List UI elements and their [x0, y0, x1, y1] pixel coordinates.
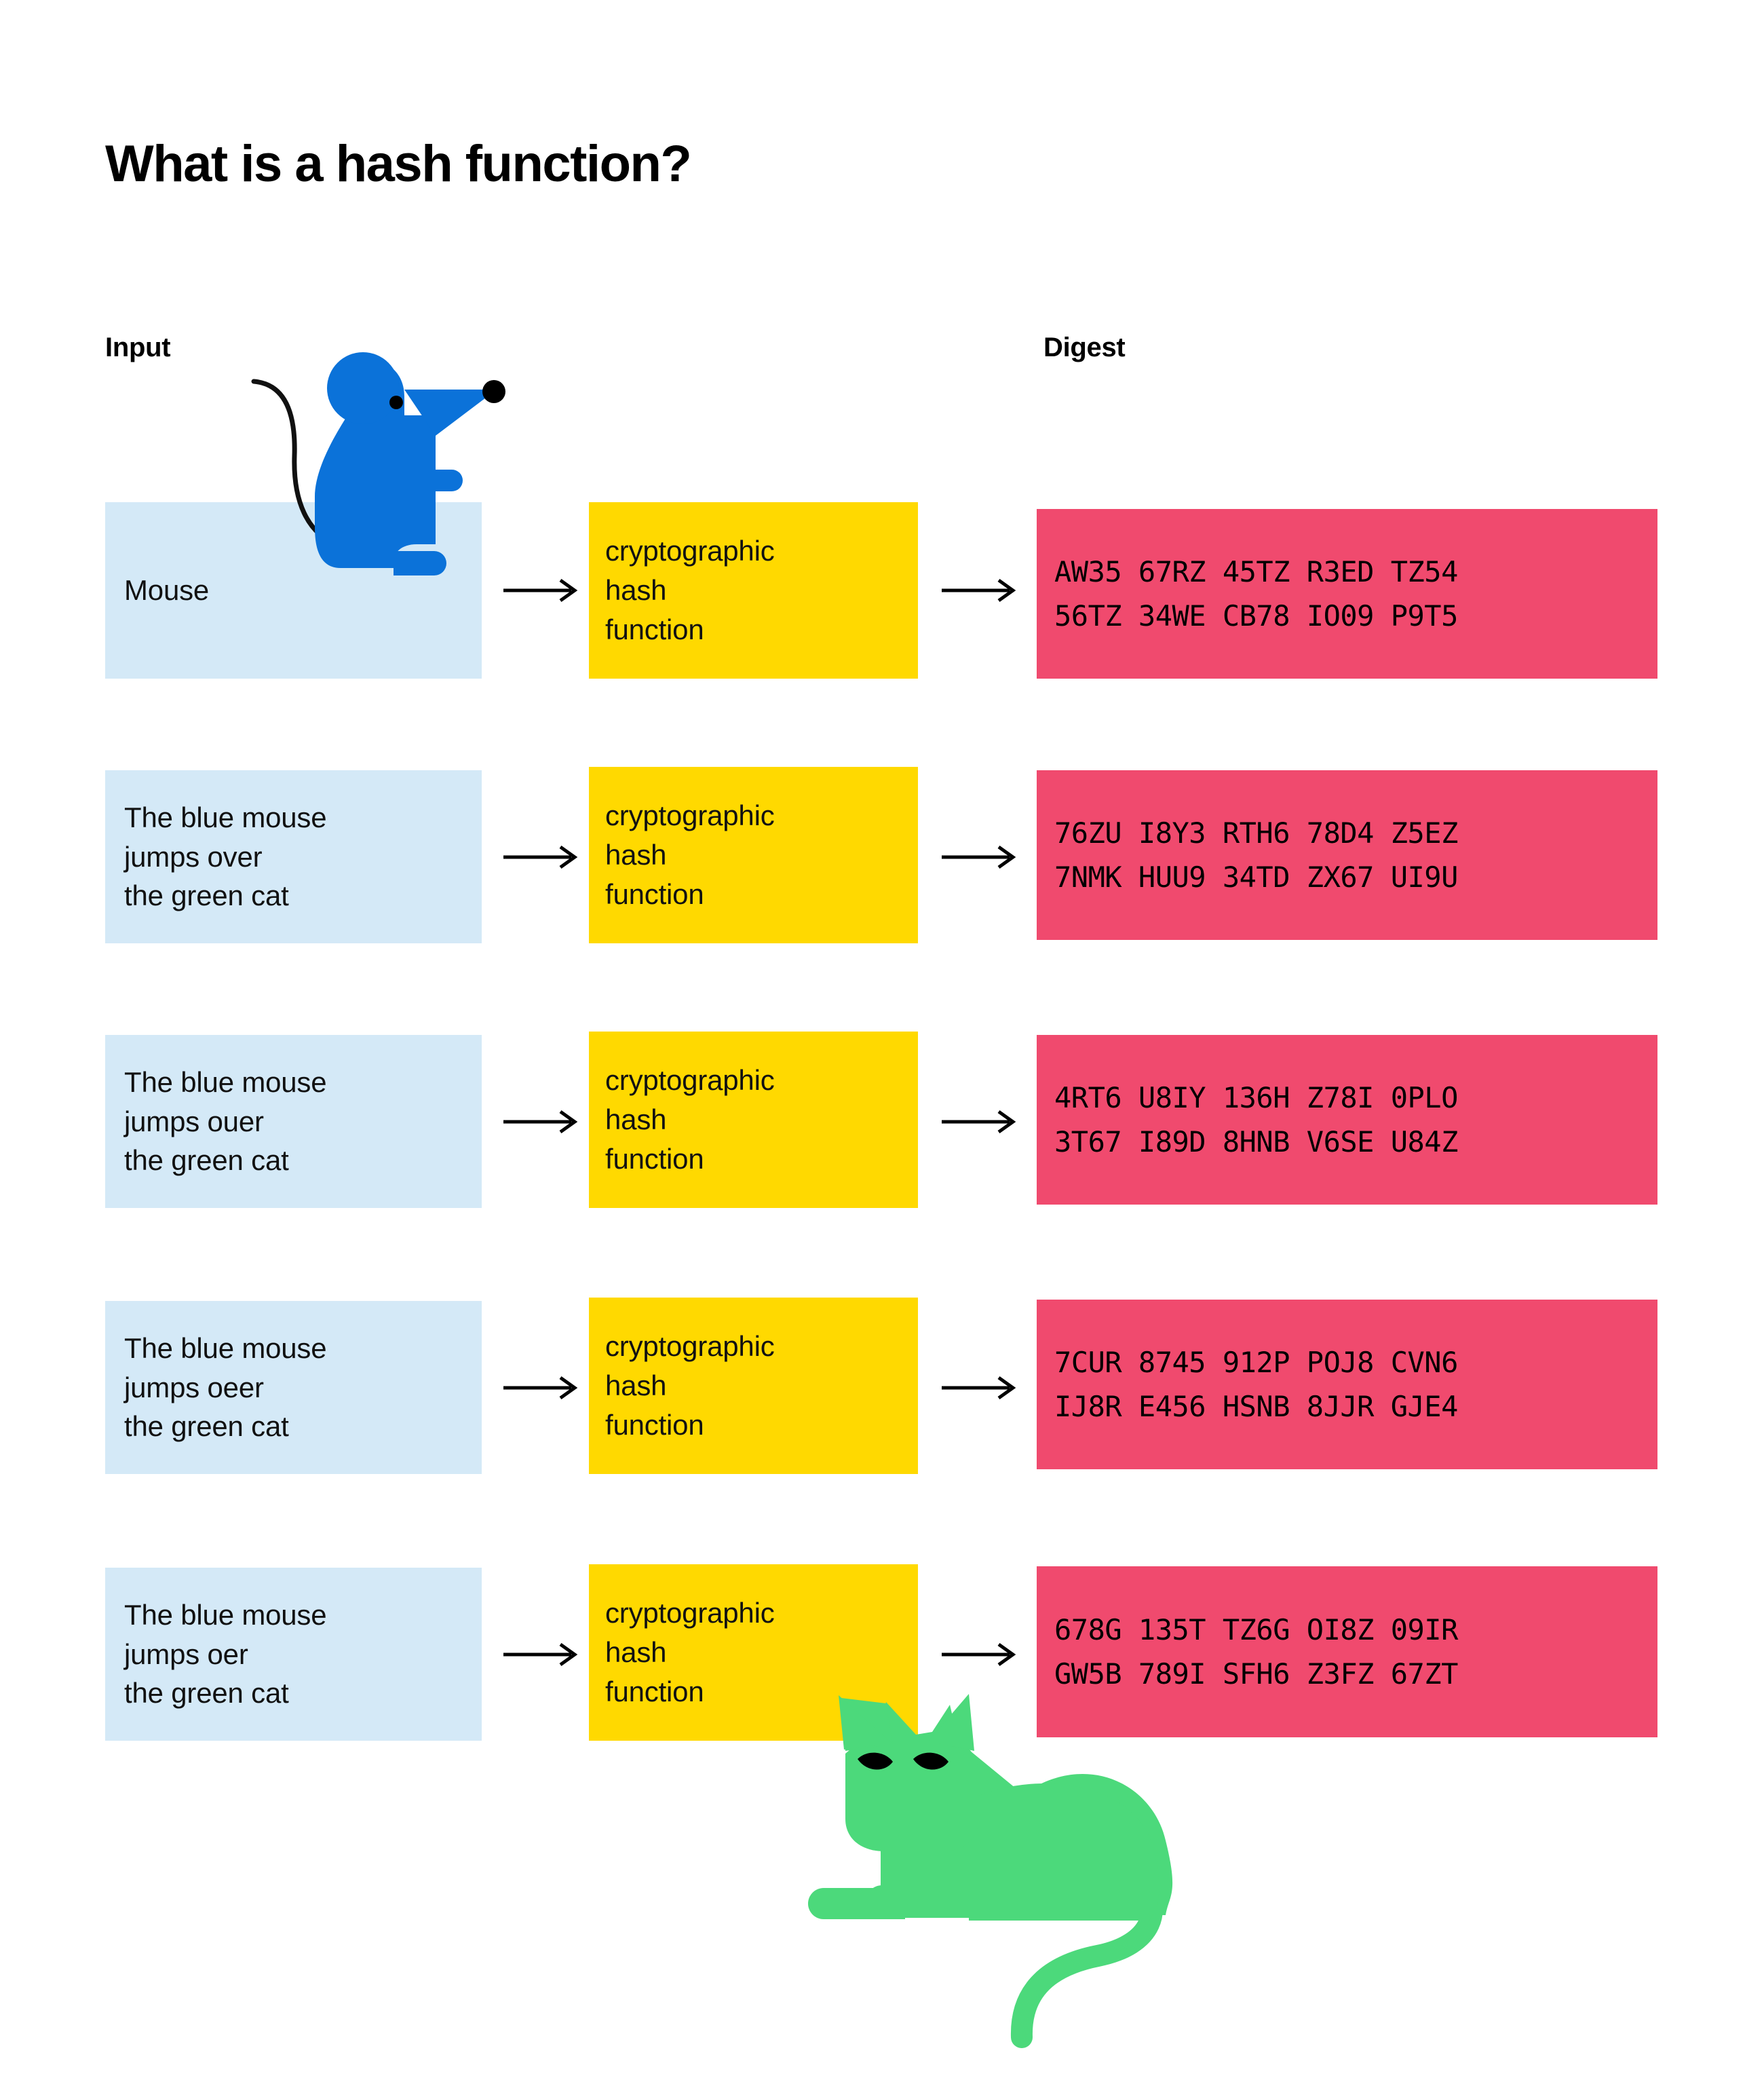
input-line: The blue mouse — [124, 1331, 327, 1364]
arrow-right-icon — [503, 845, 578, 869]
function-box: cryptographic hash function — [589, 767, 918, 943]
page-title: What is a hash function? — [105, 135, 692, 193]
arrow-right-icon — [942, 1642, 1016, 1667]
column-header-input: Input — [105, 333, 171, 362]
digest-line: IJ8R E456 HSNB 8JJR GJE4 — [1054, 1390, 1458, 1423]
function-label-line: hash — [605, 1636, 667, 1669]
function-label-line: hash — [605, 1369, 667, 1402]
hash-row: The blue mouse jumps oeer the green cat … — [0, 1298, 1764, 1477]
input-box: The blue mouse jumps ouer the green cat — [105, 1035, 482, 1208]
input-line: the green cat — [124, 1410, 289, 1443]
digest-line: 7NMK HUU9 34TD ZX67 UI9U — [1054, 861, 1458, 894]
function-box: cryptographic hash function — [589, 1564, 918, 1741]
function-label-line: cryptographic — [605, 1330, 775, 1363]
digest-line: 7CUR 8745 912P POJ8 CVN6 — [1054, 1345, 1458, 1379]
input-line: The blue mouse — [124, 801, 327, 833]
input-line: the green cat — [124, 1144, 289, 1177]
function-box: cryptographic hash function — [589, 502, 918, 679]
arrow-right-icon — [503, 1110, 578, 1134]
hash-row: The blue mouse jumps oer the green cat c… — [0, 1564, 1764, 1744]
arrow-right-icon — [503, 1642, 578, 1667]
hash-row: Mouse cryptographic hash function AW35 6… — [0, 502, 1764, 679]
digest-line: 3T67 I89D 8HNB V6SE U84Z — [1054, 1125, 1458, 1158]
digest-box: 678G 135T TZ6G OI8Z 09IR GW5B 789I SFH6 … — [1037, 1566, 1657, 1737]
input-box: Mouse — [105, 502, 482, 679]
digest-line: 4RT6 U8IY 136H Z78I 0PLO — [1054, 1080, 1458, 1114]
digest-box: 76ZU I8Y3 RTH6 78D4 Z5EZ 7NMK HUU9 34TD … — [1037, 770, 1657, 940]
function-label-line: hash — [605, 1103, 667, 1136]
arrow-right-icon — [942, 1376, 1016, 1400]
input-line: jumps ouer — [124, 1105, 264, 1137]
digest-line: 678G 135T TZ6G OI8Z 09IR — [1054, 1612, 1458, 1646]
function-label-line: hash — [605, 574, 667, 607]
function-label-line: function — [605, 877, 704, 910]
input-line: the green cat — [124, 880, 289, 912]
digest-line: 76ZU I8Y3 RTH6 78D4 Z5EZ — [1054, 816, 1458, 850]
arrow-right-icon — [942, 578, 1016, 603]
digest-box: AW35 67RZ 45TZ R3ED TZ54 56TZ 34WE CB78 … — [1037, 509, 1657, 679]
input-box: The blue mouse jumps oeer the green cat — [105, 1301, 482, 1474]
column-header-digest: Digest — [1043, 333, 1126, 362]
input-line: the green cat — [124, 1677, 289, 1709]
input-box: The blue mouse jumps over the green cat — [105, 770, 482, 943]
arrow-right-icon — [503, 578, 578, 603]
function-box: cryptographic hash function — [589, 1298, 918, 1474]
hash-row: The blue mouse jumps ouer the green cat … — [0, 1032, 1764, 1211]
function-label-line: cryptographic — [605, 1597, 775, 1629]
input-line: jumps oer — [124, 1638, 248, 1670]
function-label-line: cryptographic — [605, 799, 775, 832]
diagram-canvas: What is a hash function? Input Digest Mo… — [0, 0, 1764, 2097]
hash-row: The blue mouse jumps over the green cat … — [0, 767, 1764, 947]
digest-box: 7CUR 8745 912P POJ8 CVN6 IJ8R E456 HSNB … — [1037, 1300, 1657, 1469]
input-box: The blue mouse jumps oer the green cat — [105, 1568, 482, 1741]
input-line: The blue mouse — [124, 1065, 327, 1098]
arrow-right-icon — [503, 1376, 578, 1400]
function-label-line: function — [605, 1408, 704, 1441]
function-label-line: hash — [605, 839, 667, 871]
function-box: cryptographic hash function — [589, 1032, 918, 1208]
input-line: jumps over — [124, 840, 263, 873]
function-label-line: function — [605, 1142, 704, 1175]
input-line: jumps oeer — [124, 1371, 264, 1403]
arrow-right-icon — [942, 845, 1016, 869]
function-label-line: function — [605, 613, 704, 645]
function-label-line: function — [605, 1675, 704, 1707]
arrow-right-icon — [942, 1110, 1016, 1134]
function-label-line: cryptographic — [605, 1064, 775, 1097]
digest-line: AW35 67RZ 45TZ R3ED TZ54 — [1054, 554, 1458, 588]
digest-line: 56TZ 34WE CB78 IO09 P9T5 — [1054, 599, 1458, 632]
digest-box: 4RT6 U8IY 136H Z78I 0PLO 3T67 I89D 8HNB … — [1037, 1035, 1657, 1205]
digest-line: GW5B 789I SFH6 Z3FZ 67ZT — [1054, 1657, 1458, 1690]
input-line: Mouse — [124, 574, 210, 607]
input-line: The blue mouse — [124, 1598, 327, 1631]
function-label-line: cryptographic — [605, 535, 775, 567]
